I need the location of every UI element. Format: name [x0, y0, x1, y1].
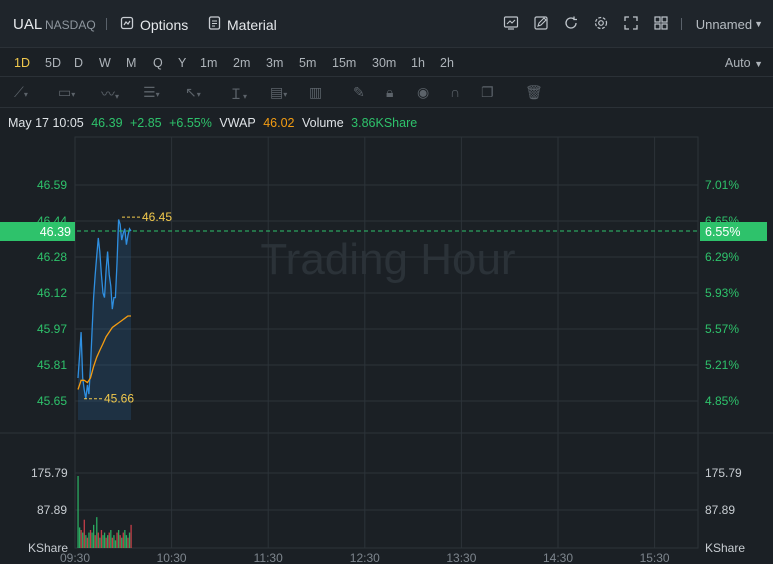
y-tick-label-right: 5.21% [705, 358, 739, 372]
volume-bar [127, 537, 129, 548]
y-tick-label-left: 46.59 [37, 178, 67, 192]
volume-bar [121, 537, 123, 548]
volume-unit-label: KShare [28, 541, 68, 555]
y-tick-label-left: 45.65 [37, 394, 67, 408]
volume-bar [107, 535, 109, 548]
volume-axis-label: 87.89 [37, 503, 67, 517]
current-price-label: 46.39 [40, 225, 71, 239]
volume-bar [97, 532, 99, 548]
low-marker-label: 45.66 [104, 392, 134, 406]
volume-bar [105, 537, 107, 548]
volume-bar [102, 535, 104, 548]
x-tick-label: 14:30 [543, 551, 573, 564]
x-tick-label: 11:30 [254, 551, 283, 564]
volume-bar [128, 532, 131, 548]
volume-bar [89, 530, 92, 548]
volume-bar [130, 524, 132, 548]
volume-bar [113, 535, 115, 548]
volume-bar [125, 535, 128, 548]
volume-bar [96, 517, 98, 548]
high-marker-label: 46.45 [142, 210, 172, 224]
current-percent-label: 6.55% [705, 225, 740, 239]
volume-bar [88, 532, 90, 548]
volume-bar [94, 535, 96, 548]
price-chart[interactable]: 09:30 10:30 11:30 12:30 13:30 14:30 15:3046.59… [0, 0, 773, 564]
volume-bar [114, 540, 117, 548]
y-tick-label-left: 45.97 [37, 322, 67, 336]
y-tick-label-left: 46.28 [37, 250, 67, 264]
volume-axis-label: 175.79 [31, 466, 68, 480]
volume-bar [108, 532, 110, 548]
volume-bar [124, 530, 126, 548]
volume-bar [116, 532, 118, 548]
y-tick-label-right: 4.85% [705, 394, 739, 408]
y-tick-label-right: 6.29% [705, 250, 739, 264]
volume-bar [100, 530, 103, 548]
volume-axis-label: 87.89 [705, 503, 735, 517]
x-tick-label: 12:30 [350, 551, 380, 564]
y-tick-label-left: 46.12 [37, 286, 67, 300]
volume-bar [110, 530, 112, 548]
volume-bar [83, 519, 85, 548]
watermark: Trading Hour [260, 235, 515, 284]
volume-bar [78, 527, 81, 548]
y-tick-label-right: 5.93% [705, 286, 739, 300]
volume-bar [117, 530, 120, 548]
volume-bar [91, 532, 93, 548]
y-tick-label-left: 45.81 [37, 358, 67, 372]
y-tick-label-right: 7.01% [705, 178, 739, 192]
volume-bar [82, 532, 84, 548]
volume-bar [80, 530, 82, 548]
x-tick-label: 10:30 [157, 551, 187, 564]
volume-bar [86, 537, 89, 548]
volume-bar [99, 537, 101, 548]
volume-bar [122, 532, 124, 548]
volume-bar [85, 535, 87, 548]
y-tick-label-right: 5.57% [705, 322, 739, 336]
volume-bar [119, 535, 121, 548]
volume-bar [103, 532, 106, 548]
plot-frame [74, 136, 699, 549]
volume-bar [111, 537, 114, 548]
volume-bar [93, 524, 95, 548]
x-tick-label: 13:30 [446, 551, 476, 564]
volume-unit-label: KShare [705, 541, 745, 555]
x-tick-label: 15:30 [640, 551, 670, 564]
volume-axis-label: 175.79 [705, 466, 742, 480]
volume-bar [77, 476, 79, 548]
